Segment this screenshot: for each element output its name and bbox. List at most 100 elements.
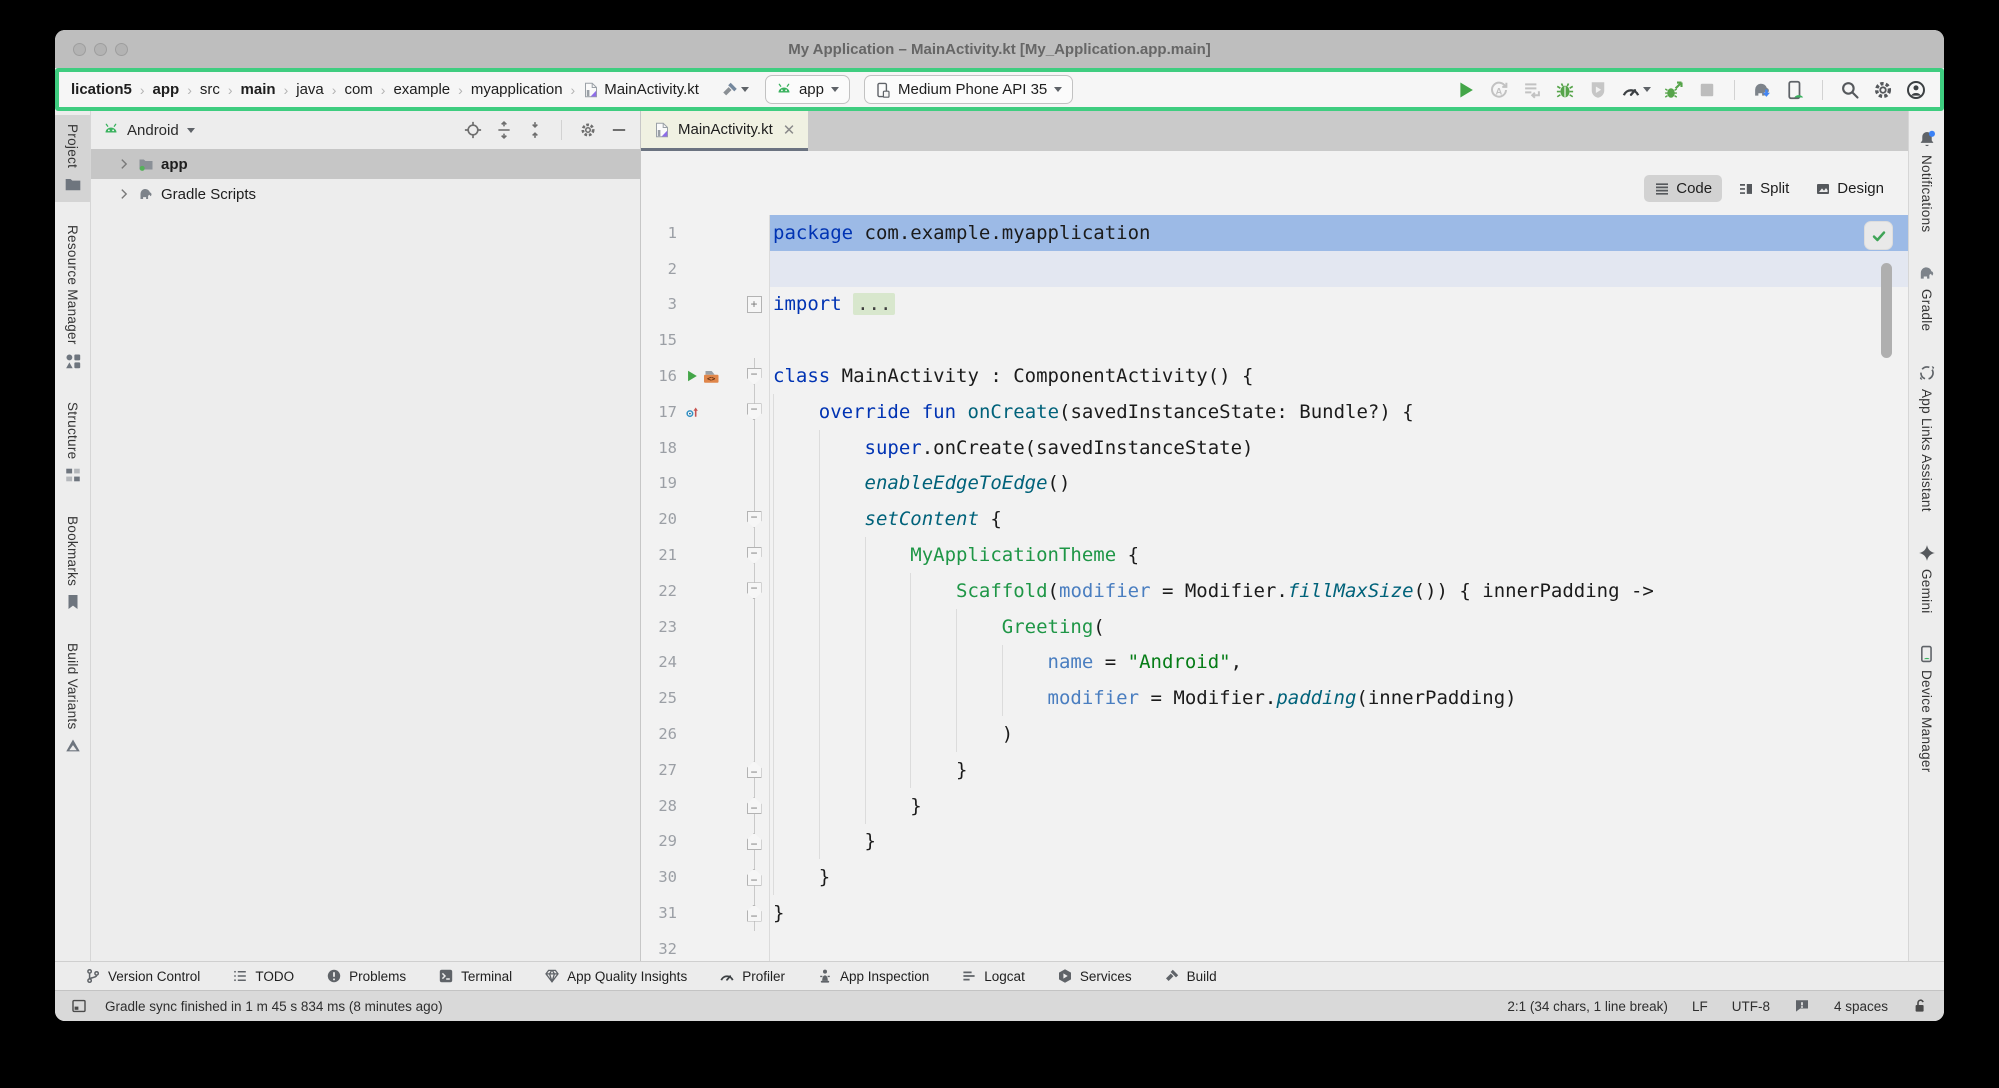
close-window-button[interactable] <box>73 43 86 56</box>
breadcrumb-item-mainactivity-kt[interactable]: MainActivity.kt <box>581 79 701 100</box>
breadcrumb-item-myapplication[interactable]: myapplication <box>469 79 565 100</box>
code-text[interactable]: enableEdgeToEdge() <box>769 466 1908 502</box>
tool-window-button-resource-manager[interactable]: Resource Manager <box>55 216 90 379</box>
chevron-right-icon[interactable] <box>117 157 131 171</box>
tool-window-button-services[interactable]: Services <box>1057 968 1132 984</box>
view-mode-code[interactable]: Code <box>1644 175 1722 202</box>
editor-scrollbar[interactable] <box>1881 263 1892 358</box>
view-mode-split[interactable]: Split <box>1728 175 1799 202</box>
code-text[interactable]: } <box>769 752 1908 788</box>
tool-window-button-profiler[interactable]: Profiler <box>719 968 785 984</box>
search-everywhere-button[interactable] <box>1840 80 1860 100</box>
fold-collapse-icon[interactable]: − <box>747 905 762 922</box>
breadcrumb-item-example[interactable]: example <box>391 79 452 100</box>
tool-window-button-gemini[interactable]: Gemini <box>1909 535 1944 623</box>
code-text[interactable]: class MainActivity : ComponentActivity()… <box>769 358 1908 394</box>
code-text[interactable]: ) <box>769 716 1908 752</box>
tool-window-button-build-variants[interactable]: Build Variants <box>55 634 90 764</box>
account-avatar-button[interactable] <box>1906 80 1926 100</box>
chevron-down-icon[interactable] <box>187 128 195 133</box>
code-text[interactable]: override fun onCreate(savedInstanceState… <box>769 394 1908 430</box>
tool-window-button-app-inspection[interactable]: App Inspection <box>817 968 929 984</box>
tool-window-button-bookmarks[interactable]: Bookmarks <box>55 507 90 620</box>
breadcrumb-item-app[interactable]: app <box>151 79 182 100</box>
device-manager-button[interactable] <box>1785 80 1805 100</box>
code-text[interactable]: } <box>769 895 1908 931</box>
device-select[interactable]: Medium Phone API 35 <box>864 75 1073 104</box>
expand-all-icon[interactable] <box>495 121 513 139</box>
locate-file-icon[interactable] <box>464 121 482 139</box>
run-configuration-select[interactable]: app <box>765 75 850 104</box>
code-text[interactable]: name = "Android", <box>769 645 1908 681</box>
tool-window-button-notifications[interactable]: Notifications <box>1909 121 1944 241</box>
code-text[interactable]: Scaffold(modifier = Modifier.fillMaxSize… <box>769 573 1908 609</box>
code-text[interactable]: import ... <box>769 287 1908 323</box>
panel-options-gear-icon[interactable] <box>579 121 597 139</box>
indent-widget[interactable]: 4 spaces <box>1834 999 1888 1014</box>
compose-icon[interactable]: <> <box>702 367 720 385</box>
fold-collapse-icon[interactable]: − <box>747 833 762 850</box>
status-message[interactable]: Gradle sync finished in 1 m 45 s 834 ms … <box>105 999 443 1014</box>
debug-button[interactable] <box>1555 80 1575 100</box>
settings-gear-button[interactable] <box>1873 80 1893 100</box>
caret-position-widget[interactable]: 2:1 (34 chars, 1 line break) <box>1507 999 1668 1014</box>
profiler-button[interactable] <box>1621 80 1651 100</box>
fold-expand-icon[interactable]: + <box>747 296 762 313</box>
stop-button[interactable] <box>1697 80 1717 100</box>
breadcrumb-item-src[interactable]: src <box>198 79 222 100</box>
build-menu-button[interactable] <box>721 81 749 99</box>
run-button[interactable] <box>1456 80 1476 100</box>
line-ending-widget[interactable]: LF <box>1692 999 1708 1014</box>
inspections-status-badge[interactable] <box>1864 221 1893 250</box>
breadcrumb-item-java[interactable]: java <box>294 79 326 100</box>
tool-window-button-structure[interactable]: Structure <box>55 393 90 493</box>
fold-collapse-icon[interactable]: − <box>747 547 762 564</box>
collapse-all-icon[interactable] <box>526 121 544 139</box>
minimize-window-button[interactable] <box>94 43 107 56</box>
code-text[interactable]: Greeting( <box>769 609 1908 645</box>
tool-window-button-gradle[interactable]: Gradle <box>1909 255 1944 340</box>
tool-window-button-build[interactable]: Build <box>1164 968 1217 984</box>
code-text[interactable]: setContent { <box>769 501 1908 537</box>
breadcrumb-item-main[interactable]: main <box>239 79 278 100</box>
apply-changes-restart-activity-button[interactable]: A <box>1489 80 1509 100</box>
notifications-bubble-icon[interactable] <box>1794 998 1810 1014</box>
tool-window-button-problems[interactable]: Problems <box>326 968 406 984</box>
fold-collapse-icon[interactable]: − <box>747 403 762 420</box>
code-text[interactable]: modifier = Modifier.padding(innerPadding… <box>769 680 1908 716</box>
zoom-window-button[interactable] <box>115 43 128 56</box>
tool-window-button-app-links-assistant[interactable]: App Links Assistant <box>1909 355 1944 521</box>
tool-window-button-project[interactable]: Project <box>55 115 90 202</box>
tool-window-button-todo[interactable]: TODO <box>232 968 294 984</box>
fold-collapse-icon[interactable]: − <box>747 761 762 778</box>
fold-collapse-icon[interactable]: − <box>747 869 762 886</box>
tool-window-button-terminal[interactable]: Terminal <box>438 968 512 984</box>
encoding-widget[interactable]: UTF-8 <box>1732 999 1770 1014</box>
attach-debugger-button[interactable] <box>1664 80 1684 100</box>
hide-panel-icon[interactable] <box>610 121 628 139</box>
tab-mainactivity-kt[interactable]: MainActivity.kt ✕ <box>641 111 808 151</box>
view-mode-design[interactable]: Design <box>1805 175 1894 202</box>
fold-collapse-icon[interactable]: − <box>747 797 762 814</box>
tool-window-button-logcat[interactable]: Logcat <box>961 968 1025 984</box>
project-view-selector[interactable]: Android <box>127 122 179 139</box>
window-layout-icon[interactable] <box>71 998 87 1014</box>
lock-open-icon[interactable] <box>1912 998 1928 1014</box>
tool-window-button-device-manager[interactable]: Device Manager <box>1909 636 1944 782</box>
tree-item-app[interactable]: app <box>91 149 640 179</box>
code-text[interactable]: } <box>769 859 1908 895</box>
fold-collapse-icon[interactable]: − <box>747 511 762 528</box>
chevron-right-icon[interactable] <box>117 187 131 201</box>
code-text[interactable] <box>769 251 1908 287</box>
code-text[interactable]: package com.example.myapplication <box>769 215 1908 251</box>
code-text[interactable] <box>769 931 1908 961</box>
code-text[interactable]: super.onCreate(savedInstanceState) <box>769 430 1908 466</box>
apply-code-changes-button[interactable] <box>1522 80 1542 100</box>
code-text[interactable]: MyApplicationTheme { <box>769 537 1908 573</box>
tree-item-gradle-scripts[interactable]: Gradle Scripts <box>91 179 640 209</box>
breadcrumb-item-lication5[interactable]: lication5 <box>69 79 134 100</box>
override-icon[interactable] <box>685 405 699 419</box>
run-with-coverage-button[interactable] <box>1588 80 1608 100</box>
tool-window-button-app-quality-insights[interactable]: App Quality Insights <box>544 968 687 984</box>
code-text[interactable] <box>769 322 1908 358</box>
